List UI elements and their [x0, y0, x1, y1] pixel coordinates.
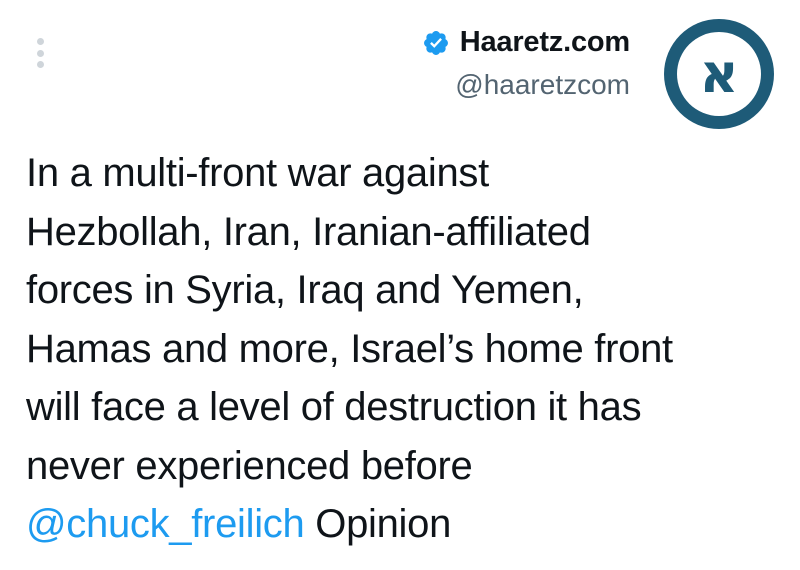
- author-handle[interactable]: @haaretzcom: [422, 69, 630, 101]
- more-options-button[interactable]: [28, 34, 52, 72]
- author-block: Haaretz.com @haaretzcom: [422, 26, 630, 101]
- mention-link[interactable]: @chuck_freilich: [26, 502, 305, 546]
- tweet-body: In a multi-front war against Hezbollah, …: [26, 144, 786, 554]
- tweet-card: Haaretz.com @haaretzcom א In a multi-fro…: [0, 0, 800, 570]
- author-display-name[interactable]: Haaretz.com: [460, 26, 630, 59]
- avatar[interactable]: א: [663, 18, 775, 130]
- tweet-text: In a multi-front war against Hezbollah, …: [26, 151, 673, 488]
- author-name-row: Haaretz.com: [422, 26, 630, 59]
- verified-badge-icon: [423, 30, 448, 55]
- tweet-suffix-text: Opinion: [304, 502, 452, 546]
- more-vertical-icon: [36, 38, 44, 45]
- haaretz-logo-icon: א: [699, 42, 738, 105]
- more-vertical-icon: [36, 61, 44, 68]
- more-vertical-icon: [36, 49, 44, 57]
